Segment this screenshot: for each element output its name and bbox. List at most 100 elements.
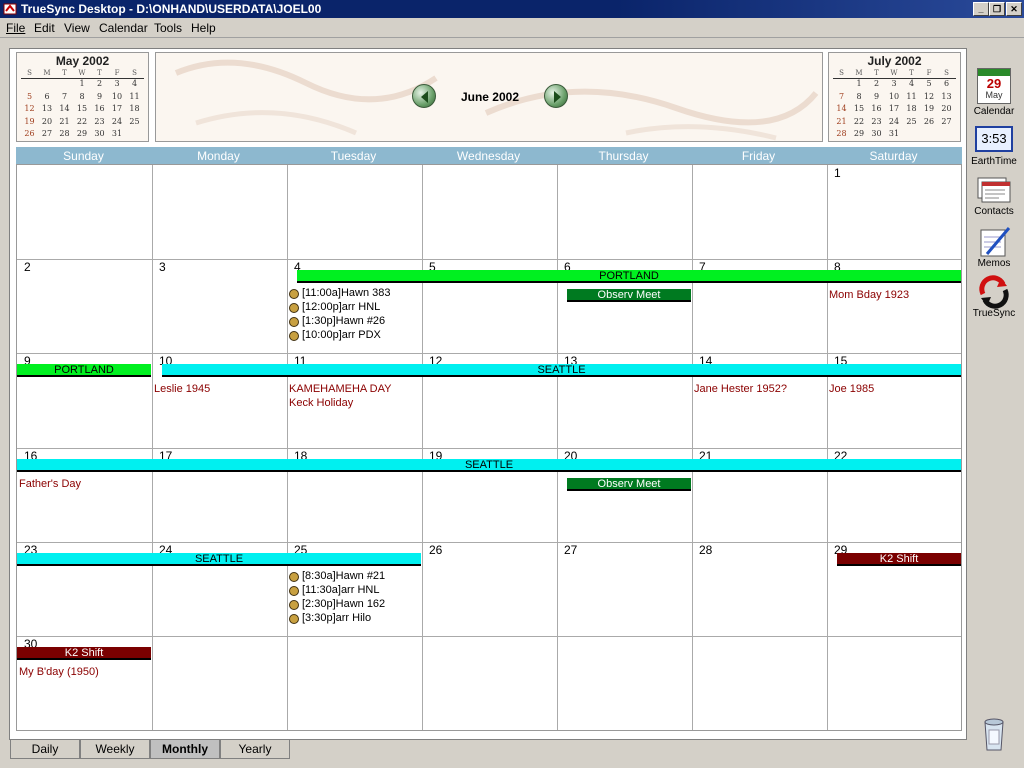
mini-day[interactable]: 8: [74, 92, 91, 101]
day-cell[interactable]: [557, 165, 692, 259]
mini-day[interactable]: 14: [56, 104, 73, 113]
day-note[interactable]: KAMEHAMEHA DAY: [289, 383, 392, 395]
mini-day[interactable]: 8: [851, 92, 868, 101]
mini-day[interactable]: 26: [21, 129, 38, 138]
mini-day[interactable]: 14: [833, 104, 850, 113]
tab-daily[interactable]: Daily: [10, 740, 80, 759]
event-bar[interactable]: SEATTLE: [162, 364, 961, 377]
mini-day[interactable]: 2: [91, 79, 108, 88]
mini-day[interactable]: 10: [886, 92, 903, 101]
mini-day[interactable]: 2: [868, 79, 885, 88]
mini-day[interactable]: 31: [109, 129, 126, 138]
mini-day[interactable]: 10: [109, 92, 126, 101]
sidebar-truesync[interactable]: TrueSync: [966, 274, 1022, 322]
appointment[interactable]: [12:00p]arr HNL: [288, 301, 380, 313]
event-bar[interactable]: SEATTLE: [17, 553, 421, 566]
mini-day[interactable]: 13: [938, 92, 955, 101]
mini-day[interactable]: 13: [39, 104, 56, 113]
mini-day[interactable]: 11: [903, 92, 920, 101]
day-note[interactable]: Mom Bday 1923: [829, 289, 909, 301]
event-bar[interactable]: PORTLAND: [17, 364, 151, 377]
mini-day[interactable]: 9: [868, 92, 885, 101]
prev-month-button[interactable]: [412, 84, 436, 108]
mini-day[interactable]: 7: [833, 92, 850, 101]
mini-day[interactable]: 21: [56, 117, 73, 126]
appointment[interactable]: [3:30p]arr Hilo: [288, 612, 371, 624]
tab-weekly[interactable]: Weekly: [80, 740, 150, 759]
mini-day[interactable]: 16: [868, 104, 885, 113]
mini-day[interactable]: 27: [39, 129, 56, 138]
mini-day[interactable]: 30: [868, 129, 885, 138]
minimize-button[interactable]: _: [973, 2, 989, 16]
day-cell[interactable]: [152, 636, 287, 730]
mini-day[interactable]: 4: [126, 79, 143, 88]
next-month-button[interactable]: [544, 84, 568, 108]
day-note[interactable]: Leslie 1945: [154, 383, 210, 395]
mini-day[interactable]: 17: [886, 104, 903, 113]
menu-help[interactable]: Help: [191, 21, 216, 35]
mini-day[interactable]: 5: [921, 79, 938, 88]
tab-monthly[interactable]: Monthly: [150, 740, 220, 759]
day-cell[interactable]: [287, 636, 422, 730]
mini-day[interactable]: 16: [91, 104, 108, 113]
mini-day[interactable]: 6: [39, 92, 56, 101]
day-note[interactable]: Keck Holiday: [289, 397, 353, 409]
day-cell[interactable]: [827, 165, 962, 259]
day-cell[interactable]: [557, 636, 692, 730]
event-bar[interactable]: Observ Meet: [567, 289, 691, 302]
appointment[interactable]: [1:30p]Hawn #26: [288, 315, 385, 327]
day-cell[interactable]: [17, 165, 152, 259]
sidebar-calendar[interactable]: 29 May Calendar: [966, 68, 1022, 118]
menu-calendar[interactable]: Calendar: [99, 21, 148, 35]
mini-day[interactable]: 12: [21, 104, 38, 113]
mini-day[interactable]: 19: [21, 117, 38, 126]
mini-day[interactable]: 22: [74, 117, 91, 126]
mini-day[interactable]: 23: [91, 117, 108, 126]
mini-day[interactable]: 25: [126, 117, 143, 126]
day-note[interactable]: Father's Day: [19, 478, 81, 490]
day-cell[interactable]: [422, 636, 557, 730]
mini-day[interactable]: 21: [833, 117, 850, 126]
mini-day[interactable]: 31: [886, 129, 903, 138]
appointment[interactable]: [11:00a]Hawn 383: [288, 287, 390, 299]
day-cell[interactable]: [152, 259, 287, 353]
day-note[interactable]: Joe 1985: [829, 383, 874, 395]
menu-tools[interactable]: Tools: [154, 21, 182, 35]
mini-day[interactable]: 6: [938, 79, 955, 88]
tab-yearly[interactable]: Yearly: [220, 740, 290, 759]
day-cell[interactable]: [692, 636, 827, 730]
day-cell[interactable]: [422, 165, 557, 259]
appointment[interactable]: [11:30a]arr HNL: [288, 584, 379, 596]
appointment[interactable]: [8:30a]Hawn #21: [288, 570, 385, 582]
mini-calendar-next-month[interactable]: July 2002 SMTWTFS 1 2 3 4 5 6 7 8 9 10 11 12 13 14 15 1…: [828, 52, 961, 142]
menu-file[interactable]: File: [6, 21, 25, 35]
mini-day[interactable]: 30: [91, 129, 108, 138]
mini-day[interactable]: 28: [833, 129, 850, 138]
sidebar-earthtime[interactable]: 3:53 EarthTime: [966, 126, 1022, 170]
mini-day[interactable]: 23: [868, 117, 885, 126]
close-button[interactable]: ✕: [1006, 2, 1022, 16]
event-bar[interactable]: SEATTLE: [17, 459, 961, 472]
mini-day[interactable]: 24: [109, 117, 126, 126]
mini-day[interactable]: 22: [851, 117, 868, 126]
mini-day[interactable]: 3: [886, 79, 903, 88]
sidebar-contacts[interactable]: Contacts: [966, 172, 1022, 220]
mini-day[interactable]: 9: [91, 92, 108, 101]
sidebar-trash[interactable]: [966, 716, 1022, 756]
mini-day[interactable]: 28: [56, 129, 73, 138]
mini-day[interactable]: 15: [74, 104, 91, 113]
mini-day[interactable]: 18: [903, 104, 920, 113]
event-bar[interactable]: PORTLAND: [297, 270, 961, 283]
event-bar[interactable]: K2 Shift: [837, 553, 961, 566]
mini-day[interactable]: 18: [126, 104, 143, 113]
day-cell[interactable]: [152, 165, 287, 259]
mini-day[interactable]: 20: [39, 117, 56, 126]
sidebar-memos[interactable]: Memos: [966, 224, 1022, 272]
mini-day[interactable]: 17: [109, 104, 126, 113]
day-note[interactable]: Jane Hester 1952?: [694, 383, 787, 395]
mini-day[interactable]: 29: [851, 129, 868, 138]
mini-day[interactable]: 24: [886, 117, 903, 126]
appointment[interactable]: [2:30p]Hawn 162: [288, 598, 385, 610]
day-note[interactable]: My B'day (1950): [19, 666, 99, 678]
mini-day[interactable]: 15: [851, 104, 868, 113]
